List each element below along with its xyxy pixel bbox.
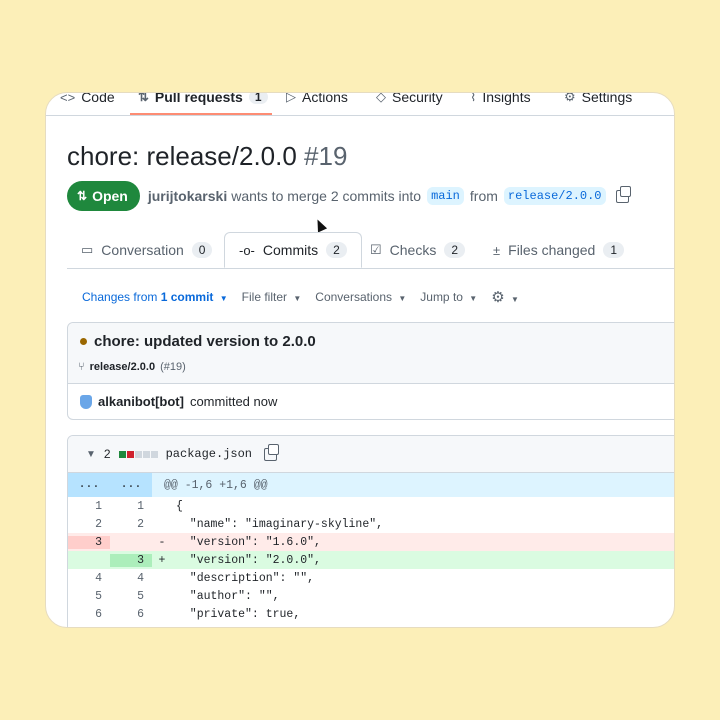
jump-to-dropdown[interactable]: Jump to ▼ [420, 290, 477, 304]
diff-toolbar: Changes from 1 commit ▼ File filter ▼ Co… [82, 287, 519, 307]
settings-dropdown[interactable]: ⚙ ▼ [491, 288, 519, 306]
head-branch[interactable]: release/2.0.0 [503, 187, 606, 205]
pr-status-row: ⇅ Open jurijtokarski wants to merge 2 co… [67, 181, 631, 211]
diff-line: 2 2 "name": "imaginary-skyline", [95, 517, 384, 531]
pull-requests-count: 1 [248, 93, 268, 104]
shield-icon: ◇ [376, 92, 386, 104]
copy-icon[interactable] [264, 443, 280, 461]
graph-icon: ⌇ [470, 92, 477, 104]
commit-icon: -o- [239, 242, 255, 258]
diff-line-deleted: 3 - "version": "1.6.0", [68, 533, 674, 551]
commit-box: chore: updated version to 2.0.0 ⑂ releas… [67, 322, 674, 420]
changes-from-dropdown[interactable]: Changes from 1 commit ▼ [82, 290, 228, 304]
nav-code[interactable]: <> Code [60, 92, 115, 115]
branch-icon: ⑂ [78, 361, 85, 373]
diff-line-added: 3 + "version": "2.0.0", [68, 551, 674, 569]
caret-down-icon: ▼ [219, 294, 228, 303]
committer-name[interactable]: alkanibot[bot] [98, 394, 184, 409]
pull-request-icon: ⇅ [77, 189, 88, 203]
caret-down-icon: ▼ [398, 294, 407, 303]
commit-meta: alkanibot[bot] committed now [80, 394, 277, 409]
tab-checks[interactable]: ☑ Checks 2 [370, 232, 466, 268]
base-branch[interactable]: main [427, 187, 464, 205]
commit-branch: ⑂ release/2.0.0 (#19) [78, 361, 186, 373]
caret-down-icon: ▼ [511, 295, 519, 304]
code-icon: <> [60, 92, 76, 105]
comment-icon: ▭ [81, 242, 94, 257]
diff-line: 6 6 "private": true, [95, 607, 301, 621]
file-name[interactable]: package.json [166, 447, 252, 461]
pr-window: <> Code ⇅ Pull requests 1 ▷ Actions ◇ Se… [45, 92, 675, 628]
diff-line: 1 1 { [95, 499, 183, 513]
conversations-dropdown[interactable]: Conversations ▼ [315, 290, 406, 304]
state-badge: ⇅ Open [67, 181, 140, 211]
gear-icon: ⚙ [564, 92, 576, 104]
diff-line: 4 4 "description": "", [95, 571, 315, 585]
from-text: from [469, 188, 498, 204]
copy-icon[interactable] [615, 185, 631, 203]
file-header: ▼ 2 package.json [68, 436, 674, 473]
changed-lines-count: 2 [103, 447, 111, 461]
mouse-cursor-icon [312, 217, 328, 233]
pr-number: #19 [304, 141, 348, 171]
avatar[interactable] [80, 394, 92, 409]
nav-insights[interactable]: ⌇ Insights [470, 92, 531, 115]
repo-nav: <> Code ⇅ Pull requests 1 ▷ Actions ◇ Se… [46, 92, 674, 116]
gear-icon: ⚙ [491, 289, 505, 306]
nav-actions[interactable]: ▷ Actions [286, 92, 348, 115]
play-icon: ▷ [286, 92, 296, 104]
commit-header: chore: updated version to 2.0.0 ⑂ releas… [68, 323, 674, 384]
file-diff: ▼ 2 package.json ... ... @@ -1,6 +1,6 @@… [67, 435, 674, 627]
hunk-header: ... ... @@ -1,6 +1,6 @@ [68, 473, 674, 497]
caret-down-icon: ▼ [469, 294, 478, 303]
tab-files-changed[interactable]: ± Files changed 1 [493, 232, 624, 268]
tab-commits[interactable]: -o- Commits 2 [224, 232, 362, 268]
nav-settings[interactable]: ⚙ Settings [564, 92, 632, 115]
status-dot-icon [80, 338, 87, 345]
file-filter-dropdown[interactable]: File filter ▼ [242, 290, 302, 304]
merge-text: wants to merge 2 commits into [231, 188, 422, 204]
tab-conversation[interactable]: ▭ Conversation 0 [81, 232, 213, 268]
file-diff-icon: ± [493, 242, 501, 258]
checklist-icon: ☑ [370, 242, 382, 257]
pull-request-icon: ⇅ [138, 92, 149, 104]
nav-security[interactable]: ◇ Security [376, 92, 443, 115]
diffstat [118, 450, 158, 458]
chevron-down-icon[interactable]: ▼ [86, 449, 96, 460]
caret-down-icon: ▼ [293, 294, 302, 303]
nav-pull-requests[interactable]: ⇅ Pull requests 1 [138, 92, 268, 115]
active-nav-underline [130, 113, 272, 115]
pr-author[interactable]: jurijtokarski [148, 188, 227, 204]
commit-title[interactable]: chore: updated version to 2.0.0 [80, 333, 316, 350]
pr-title: chore: release/2.0.0 #19 [67, 141, 348, 171]
diff-line: 5 5 "author": "", [95, 589, 280, 603]
pr-tabs: ▭ Conversation 0 -o- Commits 2 ☑ Checks … [67, 232, 674, 269]
